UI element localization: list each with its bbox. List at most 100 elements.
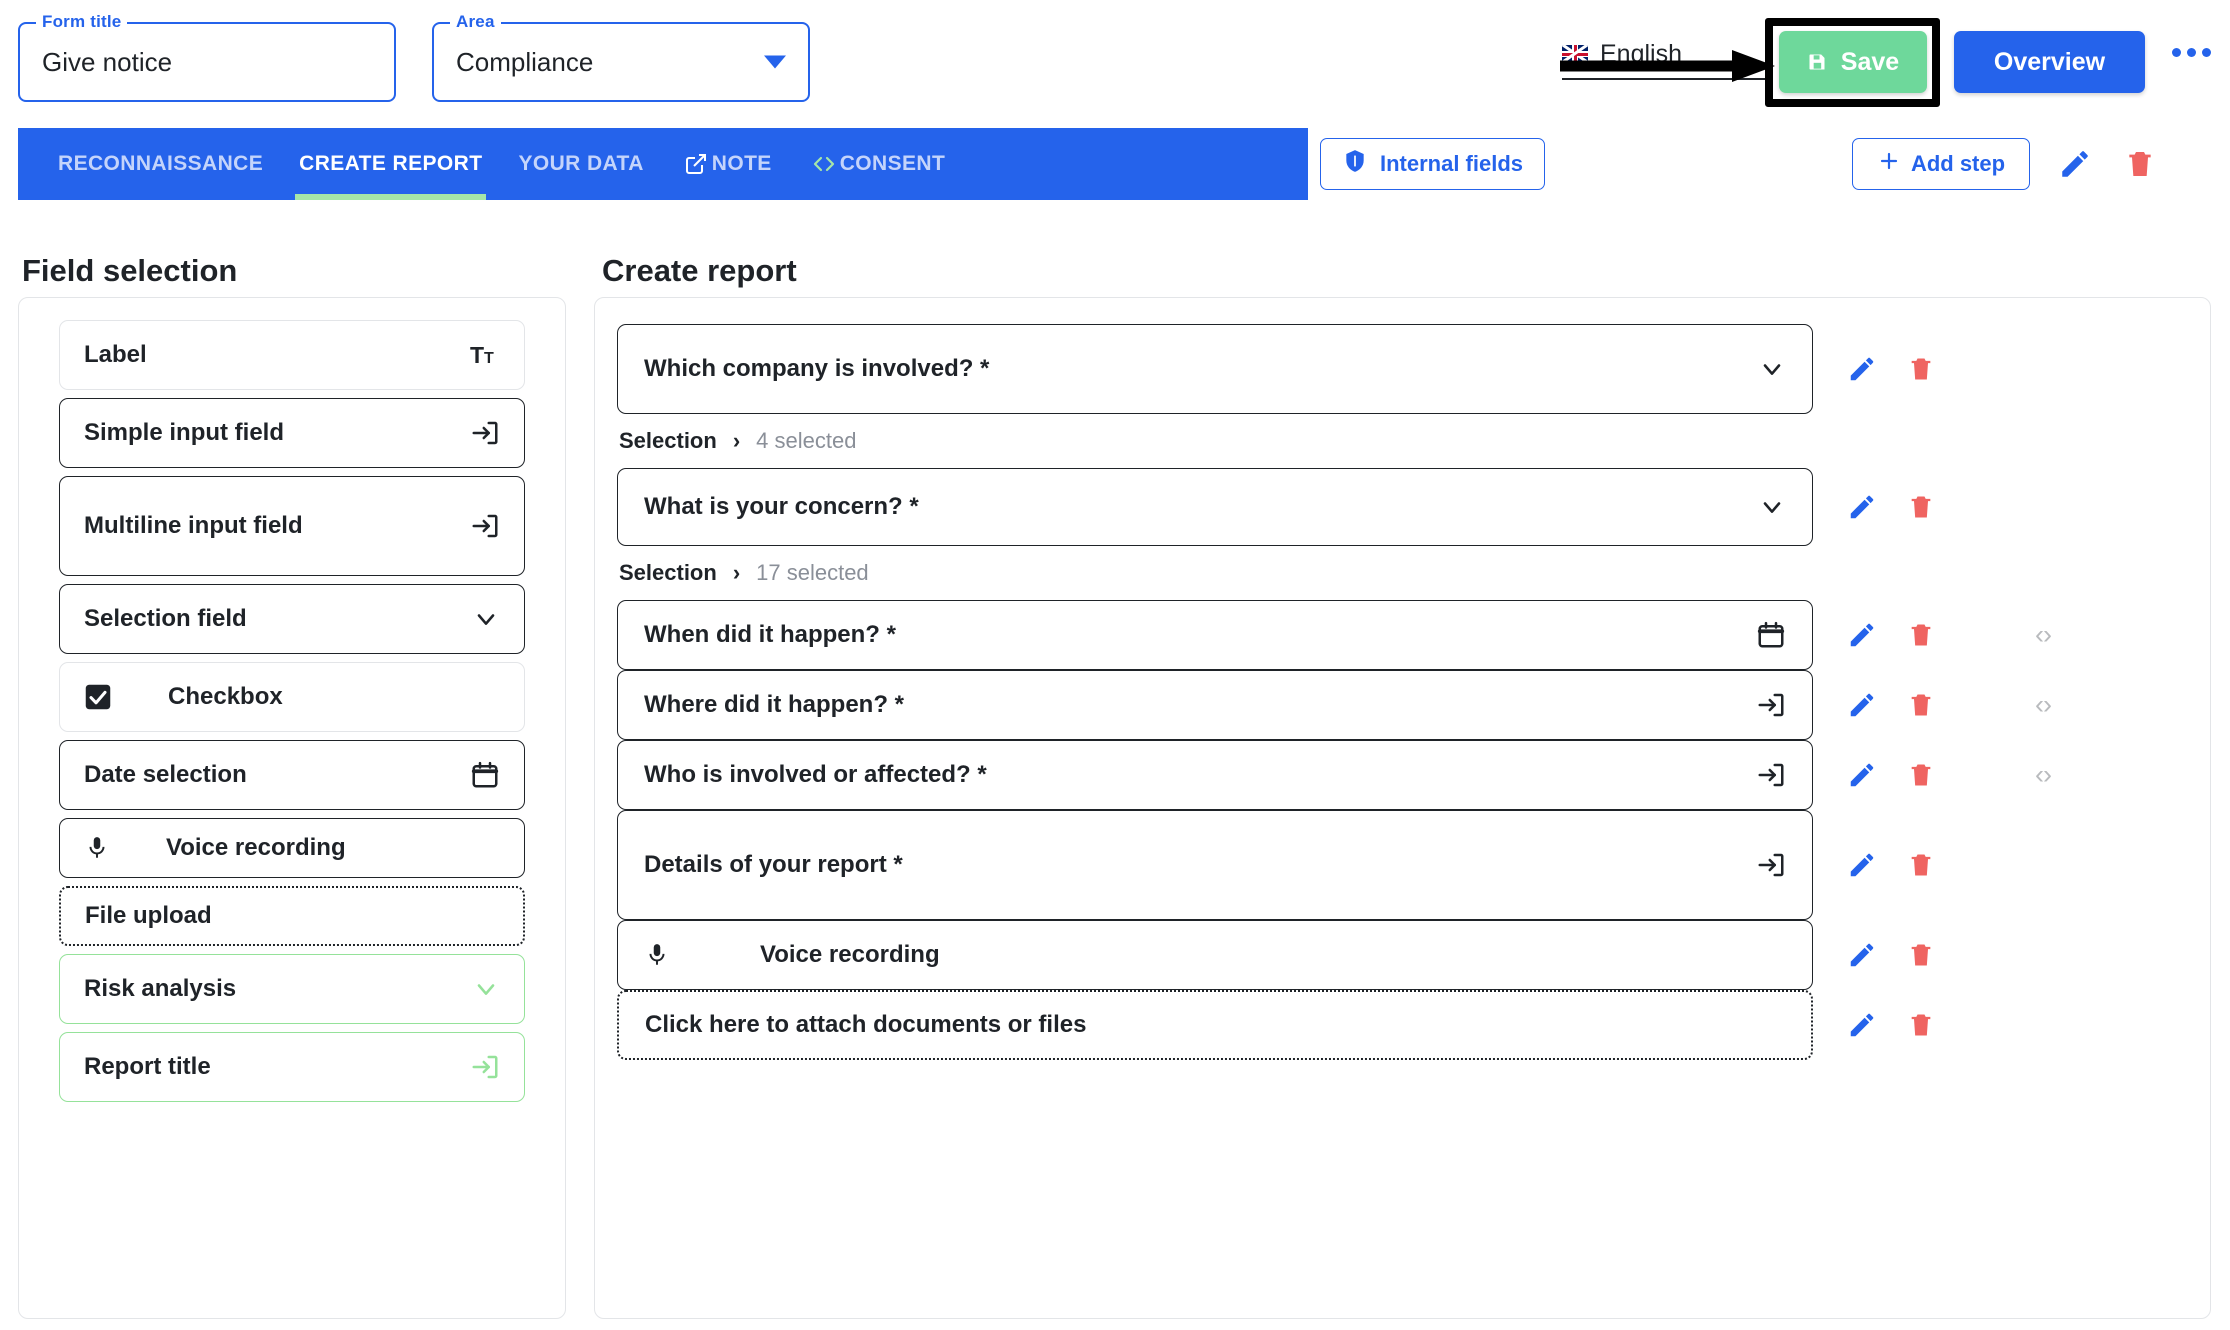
field-palette-item-label: Report title bbox=[84, 1053, 211, 1080]
form-title-legend: Form title bbox=[36, 12, 128, 32]
report-field-card[interactable]: Details of your report * bbox=[617, 810, 1813, 920]
leading-icon bbox=[644, 940, 670, 970]
delete-step-button[interactable] bbox=[2124, 147, 2156, 186]
area-value: Compliance bbox=[456, 46, 594, 77]
delete-field-button[interactable] bbox=[1907, 1010, 1935, 1040]
more-options-button[interactable] bbox=[2172, 48, 2211, 57]
report-field-card[interactable]: Where did it happen? * bbox=[617, 670, 1813, 740]
field-palette-item-voice-recording[interactable]: Voice recording bbox=[59, 818, 525, 878]
report-field-card[interactable]: When did it happen? * bbox=[617, 600, 1813, 670]
field-palette-item-simple-input-field[interactable]: Simple input field bbox=[59, 398, 525, 468]
tab-consent[interactable]: CONSENT bbox=[790, 128, 963, 200]
field-palette-item-risk-analysis[interactable]: Risk analysis bbox=[59, 954, 525, 1024]
external-link-icon bbox=[680, 152, 712, 176]
code-brackets-icon[interactable]: ‹› bbox=[2035, 620, 2052, 651]
delete-field-button[interactable] bbox=[1907, 620, 1935, 650]
row-actions bbox=[1847, 850, 1935, 880]
dot bbox=[2187, 48, 2196, 57]
dot bbox=[2172, 48, 2181, 57]
delete-field-button[interactable] bbox=[1907, 354, 1935, 384]
field-palette-item-date-selection[interactable]: Date selection bbox=[59, 740, 525, 810]
field-palette-item-selection-field[interactable]: Selection field bbox=[59, 584, 525, 654]
field-palette-item-report-title[interactable]: Report title bbox=[59, 1032, 525, 1102]
tab-label: RECONNAISSANCE bbox=[58, 152, 264, 175]
input-field-icon bbox=[1756, 760, 1786, 790]
input-field-icon bbox=[1756, 850, 1786, 880]
field-palette-item-label[interactable]: Label T T bbox=[59, 320, 525, 390]
edit-field-button[interactable] bbox=[1847, 354, 1877, 384]
overview-button-label: Overview bbox=[1993, 47, 2106, 76]
save-button-label: Save bbox=[1840, 47, 1900, 76]
selection-summary[interactable]: Selection › 17 selected bbox=[619, 560, 2210, 586]
edit-field-button[interactable] bbox=[1847, 492, 1877, 522]
input-field-green-icon bbox=[470, 1052, 500, 1082]
edit-field-button[interactable] bbox=[1847, 940, 1877, 970]
overview-button[interactable]: Overview bbox=[1954, 31, 2145, 93]
report-field-label: Voice recording bbox=[760, 941, 940, 968]
tab-label: CREATE REPORT bbox=[299, 152, 483, 175]
report-field-card[interactable]: Click here to attach documents or files bbox=[617, 990, 1813, 1060]
chevron-right-icon: › bbox=[732, 560, 741, 585]
edit-field-button[interactable] bbox=[1847, 850, 1877, 880]
field-palette-item-multiline-input-field[interactable]: Multiline input field bbox=[59, 476, 525, 576]
tab-reconnaissance[interactable]: RECONNAISSANCE bbox=[40, 128, 281, 200]
tab-create-report[interactable]: CREATE REPORT bbox=[281, 128, 500, 200]
report-field-row: Which company is involved? * bbox=[595, 324, 2210, 414]
add-step-button[interactable]: Add step bbox=[1852, 138, 2030, 190]
form-title-field[interactable]: Form title Give notice bbox=[18, 12, 396, 102]
row-actions bbox=[1847, 760, 1935, 790]
language-label: English bbox=[1600, 39, 1682, 68]
field-palette-item-label: Date selection bbox=[84, 761, 247, 788]
internal-fields-label: Internal fields bbox=[1379, 151, 1524, 176]
edit-field-button[interactable] bbox=[1847, 1010, 1877, 1040]
input-field-icon bbox=[1756, 690, 1786, 720]
code-brackets-icon[interactable]: ‹› bbox=[2035, 690, 2052, 721]
report-field-row: When did it happen? * ‹› bbox=[595, 600, 2210, 670]
edit-field-button[interactable] bbox=[1847, 620, 1877, 650]
trailing-icon: TT bbox=[470, 342, 500, 368]
delete-field-button[interactable] bbox=[1907, 690, 1935, 720]
area-select[interactable]: Area Compliance bbox=[432, 12, 810, 102]
save-button[interactable]: Save bbox=[1779, 31, 1927, 93]
calendar-icon bbox=[470, 760, 500, 790]
svg-text:T: T bbox=[484, 350, 494, 367]
field-palette-item-label: Checkbox bbox=[168, 683, 283, 710]
edit-step-button[interactable] bbox=[2058, 147, 2092, 186]
leading-icon bbox=[84, 833, 110, 863]
internal-fields-button[interactable]: Internal fields bbox=[1320, 138, 1545, 190]
tab-your-data[interactable]: YOUR DATA bbox=[500, 128, 661, 200]
field-palette-item-checkbox[interactable]: Checkbox bbox=[59, 662, 525, 732]
top-bar: Form title Give notice Area Compliance E… bbox=[0, 0, 2230, 125]
edit-field-button[interactable] bbox=[1847, 690, 1877, 720]
code-brackets-icon[interactable]: ‹› bbox=[2035, 760, 2052, 791]
tab-label: NOTE bbox=[711, 152, 772, 175]
row-actions bbox=[1847, 690, 1935, 720]
field-palette-item-file-upload[interactable]: File upload bbox=[59, 886, 525, 946]
selection-summary[interactable]: Selection › 4 selected bbox=[619, 428, 2210, 454]
report-field-card[interactable]: What is your concern? * bbox=[617, 468, 1813, 546]
report-field-card[interactable]: Which company is involved? * bbox=[617, 324, 1813, 414]
delete-field-button[interactable] bbox=[1907, 850, 1935, 880]
svg-text:T: T bbox=[470, 342, 484, 368]
report-field-card[interactable]: Who is involved or affected? * bbox=[617, 740, 1813, 810]
leading-icon bbox=[84, 683, 112, 711]
row-actions bbox=[1847, 354, 1935, 384]
delete-field-button[interactable] bbox=[1907, 940, 1935, 970]
delete-field-button[interactable] bbox=[1907, 760, 1935, 790]
report-field-row: Details of your report * bbox=[595, 810, 2210, 920]
edit-field-button[interactable] bbox=[1847, 760, 1877, 790]
delete-field-button[interactable] bbox=[1907, 492, 1935, 522]
row-actions bbox=[1847, 1010, 1935, 1040]
field-palette-item-label: Selection field bbox=[84, 605, 247, 632]
code-brackets-icon bbox=[808, 154, 840, 174]
add-step-label: Add step bbox=[1910, 151, 2006, 176]
microphone-icon bbox=[84, 833, 110, 863]
create-report-title: Create report bbox=[602, 253, 797, 288]
field-palette-item-label: Multiline input field bbox=[84, 512, 303, 539]
chevron-down-icon bbox=[1758, 493, 1786, 521]
report-field-label: What is your concern? * bbox=[644, 493, 919, 520]
tab-note[interactable]: NOTE bbox=[662, 128, 790, 200]
step-tab-bar: RECONNAISSANCE CREATE REPORT YOUR DATA N… bbox=[18, 128, 1308, 200]
trailing-icon bbox=[470, 418, 500, 448]
report-field-card[interactable]: Voice recording bbox=[617, 920, 1813, 990]
